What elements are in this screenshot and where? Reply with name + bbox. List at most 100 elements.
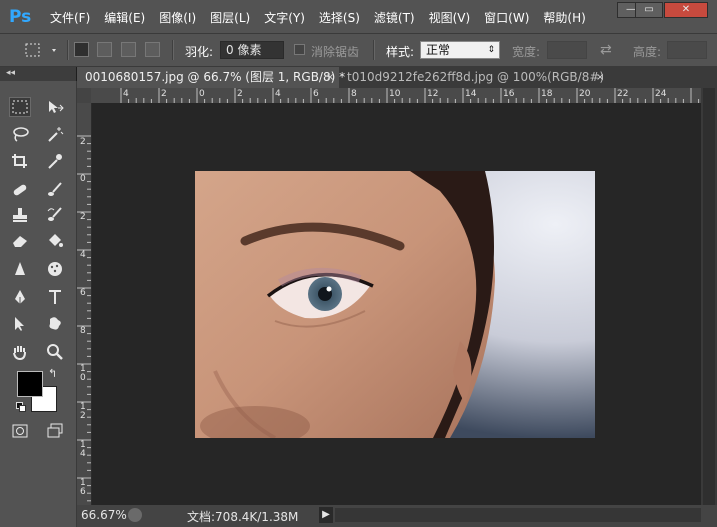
style-select[interactable]: 正常 ⇕ <box>420 41 500 59</box>
tool-preset-picker[interactable] <box>24 42 60 58</box>
custom-shape-tool[interactable] <box>44 314 66 334</box>
eyedropper-tool[interactable] <box>44 151 66 171</box>
feather-input[interactable]: 0 像素 <box>220 41 284 59</box>
menu-layer[interactable]: 图层(L) <box>210 9 250 26</box>
height-label: 高度: <box>633 45 662 59</box>
foreground-color-swatch[interactable] <box>17 371 43 397</box>
horizontal-scrollbar[interactable] <box>335 508 701 522</box>
ruler-label: 1 2 <box>80 402 86 421</box>
magic-wand-icon <box>48 127 64 142</box>
separator <box>373 40 375 60</box>
hand-tool[interactable] <box>9 342 31 362</box>
restore-button[interactable]: ▭ <box>635 2 663 18</box>
type-tool[interactable] <box>44 287 66 307</box>
menu-type[interactable]: 文字(Y) <box>264 9 305 26</box>
quick-mask-icon <box>12 424 28 438</box>
vertical-ruler[interactable]: 2 0 2 4 6 8 1 0 1 2 1 4 1 6 <box>77 103 92 505</box>
document-image[interactable] <box>195 171 595 446</box>
separator <box>67 40 69 60</box>
face-closeup-photo <box>195 171 595 446</box>
app-logo: Ps <box>9 7 32 27</box>
toolbox: ↰ <box>0 81 77 527</box>
swap-colors-icon[interactable]: ↰ <box>48 367 57 380</box>
screen-mode-button[interactable] <box>44 421 66 441</box>
menu-bar: Ps 文件(F) 编辑(E) 图像(I) 图层(L) 文字(Y) 选择(S) 滤… <box>0 0 717 34</box>
status-expand-arrow[interactable]: ▶ <box>319 507 333 523</box>
blur-icon <box>15 262 25 275</box>
menu-filter[interactable]: 滤镜(T) <box>374 9 415 26</box>
rect-marquee-tool[interactable] <box>9 97 31 117</box>
add-selection-button[interactable] <box>97 42 112 57</box>
ruler-label: 10 <box>389 89 401 99</box>
ruler-label: 1 4 <box>80 440 86 459</box>
ruler-label: 4 <box>80 250 86 260</box>
brush-icon <box>48 182 62 196</box>
new-selection-button[interactable] <box>74 42 89 57</box>
move-icon <box>49 101 64 113</box>
style-label: 样式: <box>386 45 415 59</box>
default-colors-icon[interactable] <box>16 402 26 412</box>
lasso-tool[interactable] <box>9 124 31 144</box>
ruler-label: 6 <box>313 89 319 99</box>
antialias-label: 消除锯齿 <box>311 45 360 59</box>
ruler-label: 16 <box>503 89 515 99</box>
zoom-level[interactable]: 66.67% <box>81 508 127 522</box>
horizontal-ruler[interactable]: 4 2 0 2 4 6 8 10 12 14 16 18 20 22 24 <box>91 88 701 104</box>
ruler-label: 6 <box>80 288 86 298</box>
history-brush-tool[interactable] <box>44 205 66 225</box>
blur-tool[interactable] <box>9 259 31 279</box>
sponge-tool[interactable] <box>44 259 66 279</box>
toolbox-collapse[interactable]: ◂◂ <box>0 67 76 81</box>
crop-tool[interactable] <box>9 151 31 171</box>
tab-close-button[interactable]: × <box>326 67 334 88</box>
paint-bucket-tool[interactable] <box>44 231 66 251</box>
subtract-selection-button[interactable] <box>121 42 136 57</box>
menu-file[interactable]: 文件(F) <box>50 9 90 26</box>
style-select-value: 正常 <box>426 43 451 57</box>
tab-close-button[interactable]: × <box>596 67 604 88</box>
pen-tool[interactable] <box>9 287 31 307</box>
menu-view[interactable]: 视图(V) <box>429 9 471 26</box>
ruler-label: 8 <box>351 89 357 99</box>
hand-icon <box>13 346 26 360</box>
ruler-label: 2 <box>237 89 243 99</box>
menu-window[interactable]: 窗口(W) <box>484 9 529 26</box>
tab-document-1[interactable]: 0010680157.jpg @ 66.7% (图层 1, RGB/8) * × <box>77 67 345 88</box>
ruler-label: 2 <box>80 212 86 222</box>
quick-mask-button[interactable] <box>9 421 31 441</box>
ruler-label: 2 <box>161 89 167 99</box>
menu-edit[interactable]: 编辑(E) <box>104 9 145 26</box>
zoom-tool[interactable] <box>44 342 66 362</box>
tab-document-2[interactable]: t010d9212fe262ff8d.jpg @ 100%(RGB/8#) × <box>339 67 609 88</box>
eraser-tool[interactable] <box>9 231 31 251</box>
crop-icon <box>12 154 27 168</box>
healing-brush-tool[interactable] <box>9 180 31 200</box>
lasso-icon <box>13 127 29 142</box>
menu-image[interactable]: 图像(I) <box>159 9 196 26</box>
ruler-label: 1 6 <box>80 478 86 497</box>
magic-wand-tool[interactable] <box>44 124 66 144</box>
clone-stamp-tool[interactable] <box>9 205 31 225</box>
vertical-scrollbar[interactable] <box>701 88 717 505</box>
ruler-label: 18 <box>541 89 553 99</box>
healing-brush-icon <box>13 184 27 196</box>
move-tool[interactable] <box>44 97 66 117</box>
sponge-icon <box>48 262 62 276</box>
scroll-thumb[interactable] <box>703 88 715 505</box>
intersect-selection-button[interactable] <box>145 42 160 57</box>
ruler-origin[interactable] <box>77 88 91 103</box>
document-tabs: 0010680157.jpg @ 66.7% (图层 1, RGB/8) * ×… <box>77 67 717 88</box>
menu-help[interactable]: 帮助(H) <box>543 9 585 26</box>
width-input[interactable] <box>547 41 587 59</box>
ruler-label: 0 <box>80 174 86 184</box>
options-bar: 羽化: 0 像素 消除锯齿 样式: 正常 ⇕ 宽度: ⇄ 高度: <box>0 34 717 67</box>
swap-icon[interactable]: ⇄ <box>600 42 612 58</box>
menu-select[interactable]: 选择(S) <box>319 9 360 26</box>
close-button[interactable]: ✕ <box>664 2 708 18</box>
antialias-checkbox[interactable] <box>294 44 305 55</box>
path-select-tool[interactable] <box>9 314 31 334</box>
pen-icon <box>15 290 25 304</box>
brush-tool[interactable] <box>44 180 66 200</box>
height-input[interactable] <box>667 41 707 59</box>
status-menu-icon[interactable] <box>128 508 142 522</box>
